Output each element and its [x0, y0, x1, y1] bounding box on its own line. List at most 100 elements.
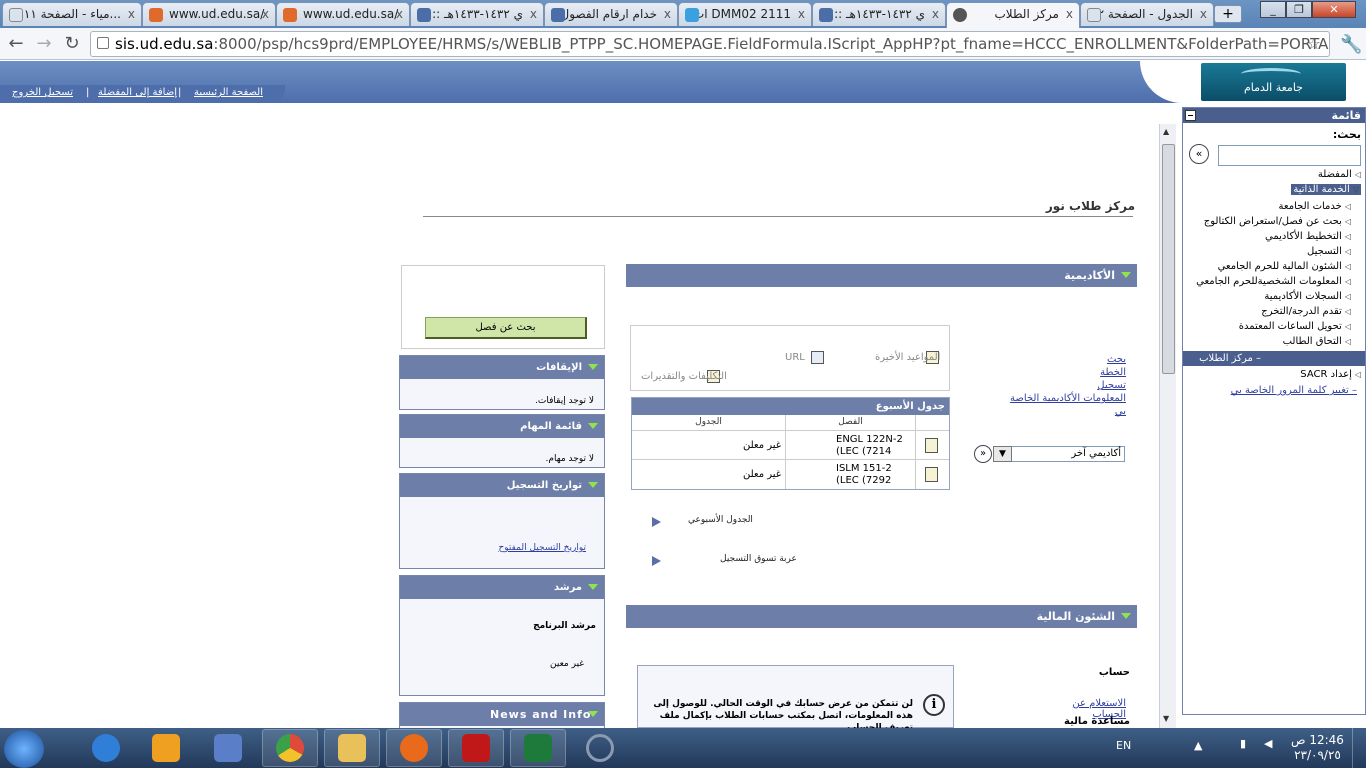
back-arrow-icon[interactable]: ← [6, 34, 26, 54]
open-enrollment-link[interactable]: تواريخ التسجيل المفتوح [498, 543, 586, 553]
url-link[interactable]: URL [785, 352, 805, 363]
home-link[interactable]: الصفحة الرئيسية [194, 87, 263, 98]
menu-item[interactable]: التحاق الطالب [1283, 336, 1351, 347]
close-icon[interactable]: x [664, 7, 671, 21]
holds-header[interactable]: الإيقافات [400, 356, 604, 379]
page-scrollbar[interactable]: ▲ ▼ [1159, 124, 1176, 728]
tab-4[interactable]: ي ١٤٣٢-١٤٣٣هـ :: x [410, 2, 544, 26]
close-icon[interactable]: x [396, 7, 403, 21]
star-icon [685, 8, 699, 22]
wrench-icon[interactable]: 🔧 [1340, 34, 1362, 55]
class-details-icon[interactable] [925, 467, 938, 482]
scroll-thumb[interactable] [1162, 144, 1175, 374]
menu-item[interactable]: تحويل الساعات المعتمدة [1239, 321, 1351, 332]
start-button[interactable] [4, 730, 44, 768]
scroll-down-icon[interactable]: ▼ [1163, 714, 1169, 723]
go-button[interactable]: » [974, 445, 992, 463]
expand-triangle-icon[interactable] [588, 711, 598, 717]
menu-item[interactable]: التسجيل [1307, 246, 1351, 257]
expand-triangle-icon[interactable] [588, 423, 598, 429]
menu-sacr[interactable]: إعداد SACR [1300, 369, 1361, 380]
tab-2[interactable]: www.ud.edu.sa/x [142, 2, 276, 26]
enrollment-dates-header[interactable]: تواريخ التسجيل [400, 474, 604, 497]
academic-select[interactable]: أكاديمي آخر [993, 446, 1125, 462]
scroll-up-icon[interactable]: ▲ [1163, 127, 1169, 136]
tray-network-icon[interactable]: ▮ [1240, 737, 1246, 750]
collapse-icon[interactable] [1185, 110, 1196, 121]
menu-item[interactable]: بحث عن فصل/استعراض الكتالوج [1204, 216, 1351, 227]
expand-triangle-icon[interactable] [1121, 613, 1131, 619]
tab-5[interactable]: خدام ارقام الفصول x [544, 2, 678, 26]
close-icon[interactable]: x [128, 7, 135, 21]
expand-triangle-icon[interactable] [1121, 272, 1131, 278]
close-icon[interactable]: x [1200, 7, 1207, 21]
expand-triangle-icon[interactable] [588, 482, 598, 488]
menu-item[interactable]: التخطيط الأكاديمي [1265, 231, 1351, 242]
info-icon: i [923, 694, 945, 716]
close-icon[interactable]: x [798, 7, 805, 21]
tab-8-active[interactable]: مركز الطلاب x [946, 2, 1080, 28]
language-indicator[interactable]: EN [1116, 739, 1131, 752]
menu-item[interactable]: السجلات الأكاديمية [1264, 291, 1351, 302]
advisor-header[interactable]: مرشد [400, 576, 604, 599]
tab-title: ي ١٤٣٢-١٤٣٣هـ :: [834, 7, 925, 21]
close-icon[interactable]: x [1066, 7, 1073, 21]
academic-section-header[interactable]: الأكاديمية [626, 264, 1137, 287]
menu-item[interactable]: الشئون المالية للحرم الجامعي [1218, 261, 1351, 272]
menu-item[interactable]: خدمات الجامعة [1279, 201, 1351, 212]
chevron-down-icon[interactable]: ▼ [993, 446, 1012, 462]
expand-triangle-icon[interactable] [588, 364, 598, 370]
menu-search-input[interactable] [1218, 145, 1361, 166]
expand-triangle-icon[interactable] [588, 584, 598, 590]
url-input[interactable]: sis.ud.edu.sa:8000/psp/hcs9prd/EMPLOYEE/… [90, 31, 1330, 57]
class-details-icon[interactable] [925, 438, 938, 453]
search-link[interactable]: بحث [1000, 353, 1126, 366]
menu-item[interactable]: تقدم الدرجة/التخرج [1261, 306, 1351, 317]
finance-section-header[interactable]: الشئون المالية [626, 605, 1137, 628]
tab-6[interactable]: DMM02 2111 ات x [678, 2, 812, 26]
news-header[interactable]: News and Info [400, 703, 604, 726]
financial-aid-label: مساعدة مالية [1064, 716, 1130, 727]
clock-time: 12:46 ص [1291, 733, 1344, 747]
show-desktop-button[interactable] [1352, 728, 1366, 768]
search-class-button[interactable]: بحث عن فصل [425, 317, 587, 339]
play-triangle-icon[interactable] [652, 517, 661, 527]
tab-7[interactable]: ي ١٤٣٢-١٤٣٣هـ :: x [812, 2, 946, 26]
my-academics-link[interactable]: المعلومات الأكاديمية الخاصة بي [1000, 392, 1126, 418]
tab-1[interactable]: ...مياء - الصفحة ١١ x [2, 2, 142, 26]
menu-item[interactable]: المعلومات الشخصيةللحرم الجامعي [1196, 276, 1351, 287]
assignments-link[interactable]: التكليفات والتقديرات [641, 371, 727, 382]
add-favorite-link[interactable]: إضافة إلى المفضلة [98, 87, 177, 98]
close-window-button[interactable]: ✕ [1312, 1, 1356, 18]
new-tab-button[interactable]: + [1214, 5, 1242, 23]
menu-self-service[interactable]: الخدمة الذاتية [1291, 184, 1361, 195]
plan-link[interactable]: الخطة [1000, 366, 1126, 379]
enroll-link[interactable]: تسجيل [1000, 379, 1126, 392]
close-icon[interactable]: x [932, 7, 939, 21]
change-password-link[interactable]: – تغيير كلمة المرور الخاصة بي [1231, 385, 1357, 396]
academic-links: بحث الخطة تسجيل المعلومات الأكاديمية الخ… [1000, 353, 1126, 418]
shopping-cart-link[interactable]: عربة تسوق التسجيل [720, 554, 797, 564]
deadlines-link[interactable]: المواعيد الأخيرة [875, 352, 940, 363]
tab-title: www.ud.edu.sa/ [303, 7, 399, 21]
university-logo[interactable]: جامعة الدمام [1201, 63, 1346, 101]
reload-icon[interactable]: ↻ [62, 34, 82, 54]
minimize-button[interactable]: _ [1260, 1, 1286, 18]
bookmark-star-icon[interactable]: ☆ [1307, 32, 1321, 56]
menu-item-student-center[interactable]: – مركز الطلاب [1183, 351, 1365, 366]
forward-arrow-icon[interactable]: → [34, 34, 54, 54]
tab-3[interactable]: www.ud.edu.sa/x [276, 2, 410, 26]
tab-9[interactable]: الجدول - الصفحة ٢ x [1080, 2, 1214, 26]
search-go-button[interactable]: » [1189, 144, 1209, 164]
close-icon[interactable]: x [530, 7, 537, 21]
taskbar-clock[interactable]: 12:46 ص ٢٣/٠٩/٢٥ [1290, 733, 1345, 763]
restore-button[interactable]: ❐ [1286, 1, 1312, 18]
weekly-schedule-link[interactable]: الجدول الأسبوعي [688, 515, 753, 525]
todo-header[interactable]: قائمة المهام [400, 415, 604, 438]
tray-chevron-icon[interactable]: ▲ [1194, 739, 1202, 752]
menu-favorites[interactable]: المفضلة [1318, 169, 1361, 180]
close-icon[interactable]: x [262, 7, 269, 21]
logout-link[interactable]: تسجيل الخروج [12, 87, 73, 98]
play-triangle-icon[interactable] [652, 556, 661, 566]
tray-volume-icon[interactable]: ◀ [1264, 737, 1272, 750]
